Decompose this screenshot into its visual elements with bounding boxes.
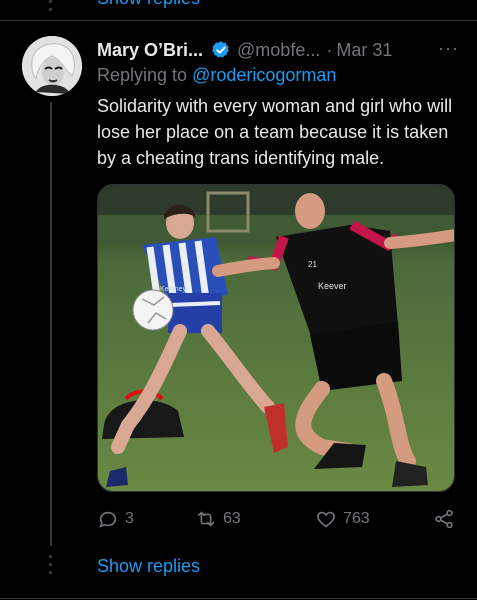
thread-line bbox=[50, 102, 52, 546]
tweet-text: Solidarity with every woman and girl who… bbox=[97, 96, 453, 168]
more-horizontal-icon[interactable]: ··· bbox=[438, 38, 459, 59]
separator-dot: · bbox=[326, 39, 333, 60]
replying-to: Replying to @rodericogorman bbox=[97, 65, 336, 86]
like-count: 763 bbox=[343, 510, 370, 527]
heart-icon bbox=[317, 511, 335, 528]
reply-button[interactable]: 3 bbox=[97, 508, 134, 530]
share-button[interactable] bbox=[433, 508, 455, 530]
divider-bottom bbox=[0, 598, 477, 599]
media-shirt-number: 21 bbox=[308, 260, 317, 269]
replying-prefix: Replying to bbox=[97, 65, 188, 85]
retweet-button[interactable]: 63 bbox=[195, 508, 241, 530]
tweet-actions: 3 63 763 bbox=[97, 508, 457, 532]
avatar[interactable] bbox=[22, 36, 82, 96]
divider bbox=[0, 20, 477, 21]
reply-icon bbox=[99, 511, 117, 528]
retweet-icon bbox=[197, 511, 215, 527]
author-handle[interactable]: @mobfe... bbox=[237, 40, 320, 61]
media-shirt-text-right: Keever bbox=[318, 281, 347, 291]
reply-count: 3 bbox=[125, 510, 134, 527]
tweet-date[interactable]: Mar 31 bbox=[336, 40, 392, 61]
retweet-count: 63 bbox=[223, 510, 241, 527]
like-button[interactable]: 763 bbox=[315, 508, 370, 530]
thread-dots-top bbox=[49, 0, 53, 14]
verified-badge-icon bbox=[212, 41, 229, 58]
replying-to-handle-link[interactable]: @rodericogorman bbox=[192, 65, 336, 85]
thread-dots-bottom bbox=[49, 555, 53, 583]
tweet-header: Mary O’Bri... @mobfe... · Mar 31 bbox=[97, 38, 467, 62]
show-replies-link[interactable]: Show replies bbox=[97, 556, 200, 577]
show-replies-link-top[interactable]: Show replies bbox=[97, 0, 200, 9]
tweet-media-image[interactable]: 21 Keever Kearney bbox=[97, 184, 455, 492]
media-shirt-text-left: Kearney bbox=[160, 286, 187, 293]
share-icon bbox=[435, 509, 453, 529]
author-name[interactable]: Mary O’Bri... bbox=[97, 40, 203, 61]
